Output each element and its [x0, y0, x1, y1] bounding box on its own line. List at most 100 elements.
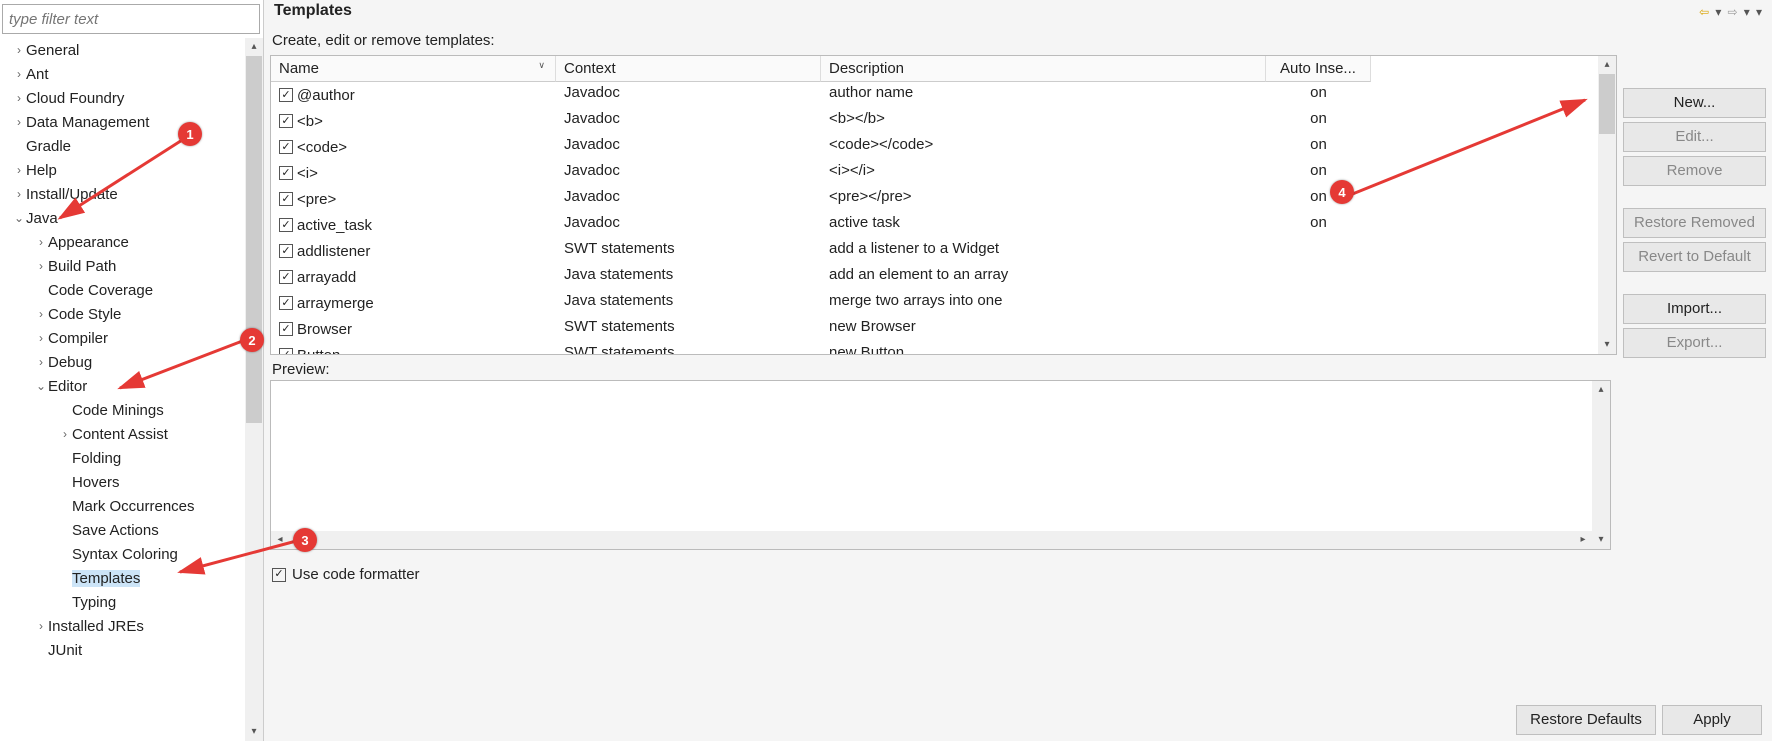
- preview-label: Preview:: [270, 355, 1617, 380]
- row-checkbox[interactable]: ✓: [279, 244, 293, 258]
- annotation-badge-4: 4: [1330, 180, 1354, 204]
- remove-button[interactable]: Remove: [1623, 156, 1766, 186]
- tree-item-folding[interactable]: Folding: [0, 446, 245, 470]
- table-row[interactable]: ✓<code>Javadoc<code></code>on: [271, 134, 1598, 160]
- row-name: <i>: [297, 165, 318, 182]
- nav-forward-icon[interactable]: ⇨: [1728, 5, 1738, 19]
- scroll-up-icon[interactable]: ▴: [1598, 56, 1616, 74]
- table-row[interactable]: ✓<i>Javadoc<i></i>on: [271, 160, 1598, 186]
- tree-item-compiler[interactable]: ›Compiler: [0, 326, 245, 350]
- tree-item-templates[interactable]: Templates: [0, 566, 245, 590]
- tree-item-help[interactable]: ›Help: [0, 158, 245, 182]
- row-description: author name: [821, 82, 1266, 108]
- revert-to-default-button[interactable]: Revert to Default: [1623, 242, 1766, 272]
- edit-button[interactable]: Edit...: [1623, 122, 1766, 152]
- scroll-up-icon[interactable]: ▴: [245, 38, 263, 56]
- table-row[interactable]: ✓arrayaddJava statementsadd an element t…: [271, 264, 1598, 290]
- tree-item-junit[interactable]: JUnit: [0, 638, 245, 662]
- nav-history: ⇦ ▾ ⇨ ▾ ▾: [1697, 3, 1762, 20]
- row-checkbox[interactable]: ✓: [279, 322, 293, 336]
- table-row[interactable]: ✓<b>Javadoc<b></b>on: [271, 108, 1598, 134]
- tree-item-hovers[interactable]: Hovers: [0, 470, 245, 494]
- tree-item-editor[interactable]: ⌄Editor: [0, 374, 245, 398]
- row-checkbox[interactable]: ✓: [279, 218, 293, 232]
- row-checkbox[interactable]: ✓: [279, 140, 293, 154]
- new-button[interactable]: New...: [1623, 88, 1766, 118]
- tree-item-codestyle[interactable]: ›Code Style: [0, 302, 245, 326]
- table-scrollbar[interactable]: ▴ ▾: [1598, 56, 1616, 354]
- use-formatter-checkbox[interactable]: ✓: [272, 568, 286, 582]
- tree-item-codecoverage[interactable]: Code Coverage: [0, 278, 245, 302]
- dropdown-icon[interactable]: ▾: [1756, 5, 1762, 19]
- scroll-down-icon[interactable]: ▾: [245, 723, 263, 741]
- row-autoinsert: [1266, 342, 1371, 354]
- table-row[interactable]: ✓BrowserSWT statementsnew Browser: [271, 316, 1598, 342]
- restore-removed-button[interactable]: Restore Removed: [1623, 208, 1766, 238]
- tree-item-syntaxcoloring[interactable]: Syntax Coloring: [0, 542, 245, 566]
- annotation-badge-2: 2: [240, 328, 264, 352]
- scroll-down-icon[interactable]: ▾: [1592, 531, 1610, 549]
- apply-button[interactable]: Apply: [1662, 705, 1762, 735]
- table-row[interactable]: ✓arraymergeJava statementsmerge two arra…: [271, 290, 1598, 316]
- table-row[interactable]: ✓addlistenerSWT statementsadd a listener…: [271, 238, 1598, 264]
- row-checkbox[interactable]: ✓: [279, 270, 293, 284]
- row-description: <i></i>: [821, 160, 1266, 186]
- tree-item-general[interactable]: ›General: [0, 38, 245, 62]
- preview-hscrollbar[interactable]: ◂ ▸: [271, 531, 1592, 549]
- table-row[interactable]: ✓<pre>Javadoc<pre></pre>on: [271, 186, 1598, 212]
- chevron-down-icon: ⌄: [12, 211, 26, 225]
- tree-item-ant[interactable]: ›Ant: [0, 62, 245, 86]
- column-header-description[interactable]: Description: [821, 56, 1266, 82]
- scroll-right-icon[interactable]: ▸: [1574, 531, 1592, 549]
- dropdown-icon[interactable]: ▾: [1715, 5, 1721, 19]
- row-name: <code>: [297, 139, 347, 156]
- table-row[interactable]: ✓active_taskJavadocactive taskon: [271, 212, 1598, 238]
- row-checkbox[interactable]: ✓: [279, 166, 293, 180]
- row-checkbox[interactable]: ✓: [279, 348, 293, 354]
- tree-item-appearance[interactable]: ›Appearance: [0, 230, 245, 254]
- export-button[interactable]: Export...: [1623, 328, 1766, 358]
- import-button[interactable]: Import...: [1623, 294, 1766, 324]
- sort-asc-icon: ∨: [538, 60, 545, 71]
- chevron-right-icon: ›: [12, 91, 26, 105]
- tree-item-saveactions[interactable]: Save Actions: [0, 518, 245, 542]
- table-row[interactable]: ✓@authorJavadocauthor nameon: [271, 82, 1598, 108]
- tree-item-codeminings[interactable]: Code Minings: [0, 398, 245, 422]
- templates-table: Name∨ Context Description Auto Inse... ✓…: [270, 55, 1617, 355]
- tree-item-markoccurrences[interactable]: Mark Occurrences: [0, 494, 245, 518]
- scroll-up-icon[interactable]: ▴: [1592, 381, 1610, 399]
- row-name: active_task: [297, 217, 372, 234]
- filter-input[interactable]: [2, 4, 260, 34]
- chevron-right-icon: ›: [34, 307, 48, 321]
- chevron-right-icon: ›: [34, 619, 48, 633]
- tree-item-gradle[interactable]: Gradle: [0, 134, 245, 158]
- tree-item-contentassist[interactable]: ›Content Assist: [0, 422, 245, 446]
- row-autoinsert: on: [1266, 108, 1371, 134]
- scroll-left-icon[interactable]: ◂: [271, 531, 289, 549]
- tree-item-installupdate[interactable]: ›Install/Update: [0, 182, 245, 206]
- nav-back-icon[interactable]: ⇦: [1699, 5, 1709, 19]
- table-row[interactable]: ✓ButtonSWT statementsnew Button: [271, 342, 1598, 354]
- row-checkbox[interactable]: ✓: [279, 296, 293, 310]
- tree-item-debug[interactable]: ›Debug: [0, 350, 245, 374]
- row-checkbox[interactable]: ✓: [279, 114, 293, 128]
- tree-item-installedjres[interactable]: ›Installed JREs: [0, 614, 245, 638]
- tree-scrollbar[interactable]: ▴ ▾: [245, 38, 263, 741]
- row-autoinsert: [1266, 316, 1371, 342]
- tree-item-buildpath[interactable]: ›Build Path: [0, 254, 245, 278]
- row-checkbox[interactable]: ✓: [279, 88, 293, 102]
- column-header-name[interactable]: Name∨: [271, 56, 556, 82]
- chevron-down-icon: ⌄: [34, 379, 48, 393]
- tree-item-java[interactable]: ⌄Java: [0, 206, 245, 230]
- column-header-context[interactable]: Context: [556, 56, 821, 82]
- tree-item-cloudfoundry[interactable]: ›Cloud Foundry: [0, 86, 245, 110]
- preview-vscrollbar[interactable]: ▴ ▾: [1592, 381, 1610, 549]
- row-checkbox[interactable]: ✓: [279, 192, 293, 206]
- column-header-autoinsert[interactable]: Auto Inse...: [1266, 56, 1371, 82]
- row-name: <pre>: [297, 191, 336, 208]
- scroll-down-icon[interactable]: ▾: [1598, 336, 1616, 354]
- tree-item-datamanagement[interactable]: ›Data Management: [0, 110, 245, 134]
- tree-item-typing[interactable]: Typing: [0, 590, 245, 614]
- dropdown-icon[interactable]: ▾: [1744, 5, 1750, 19]
- restore-defaults-button[interactable]: Restore Defaults: [1516, 705, 1656, 735]
